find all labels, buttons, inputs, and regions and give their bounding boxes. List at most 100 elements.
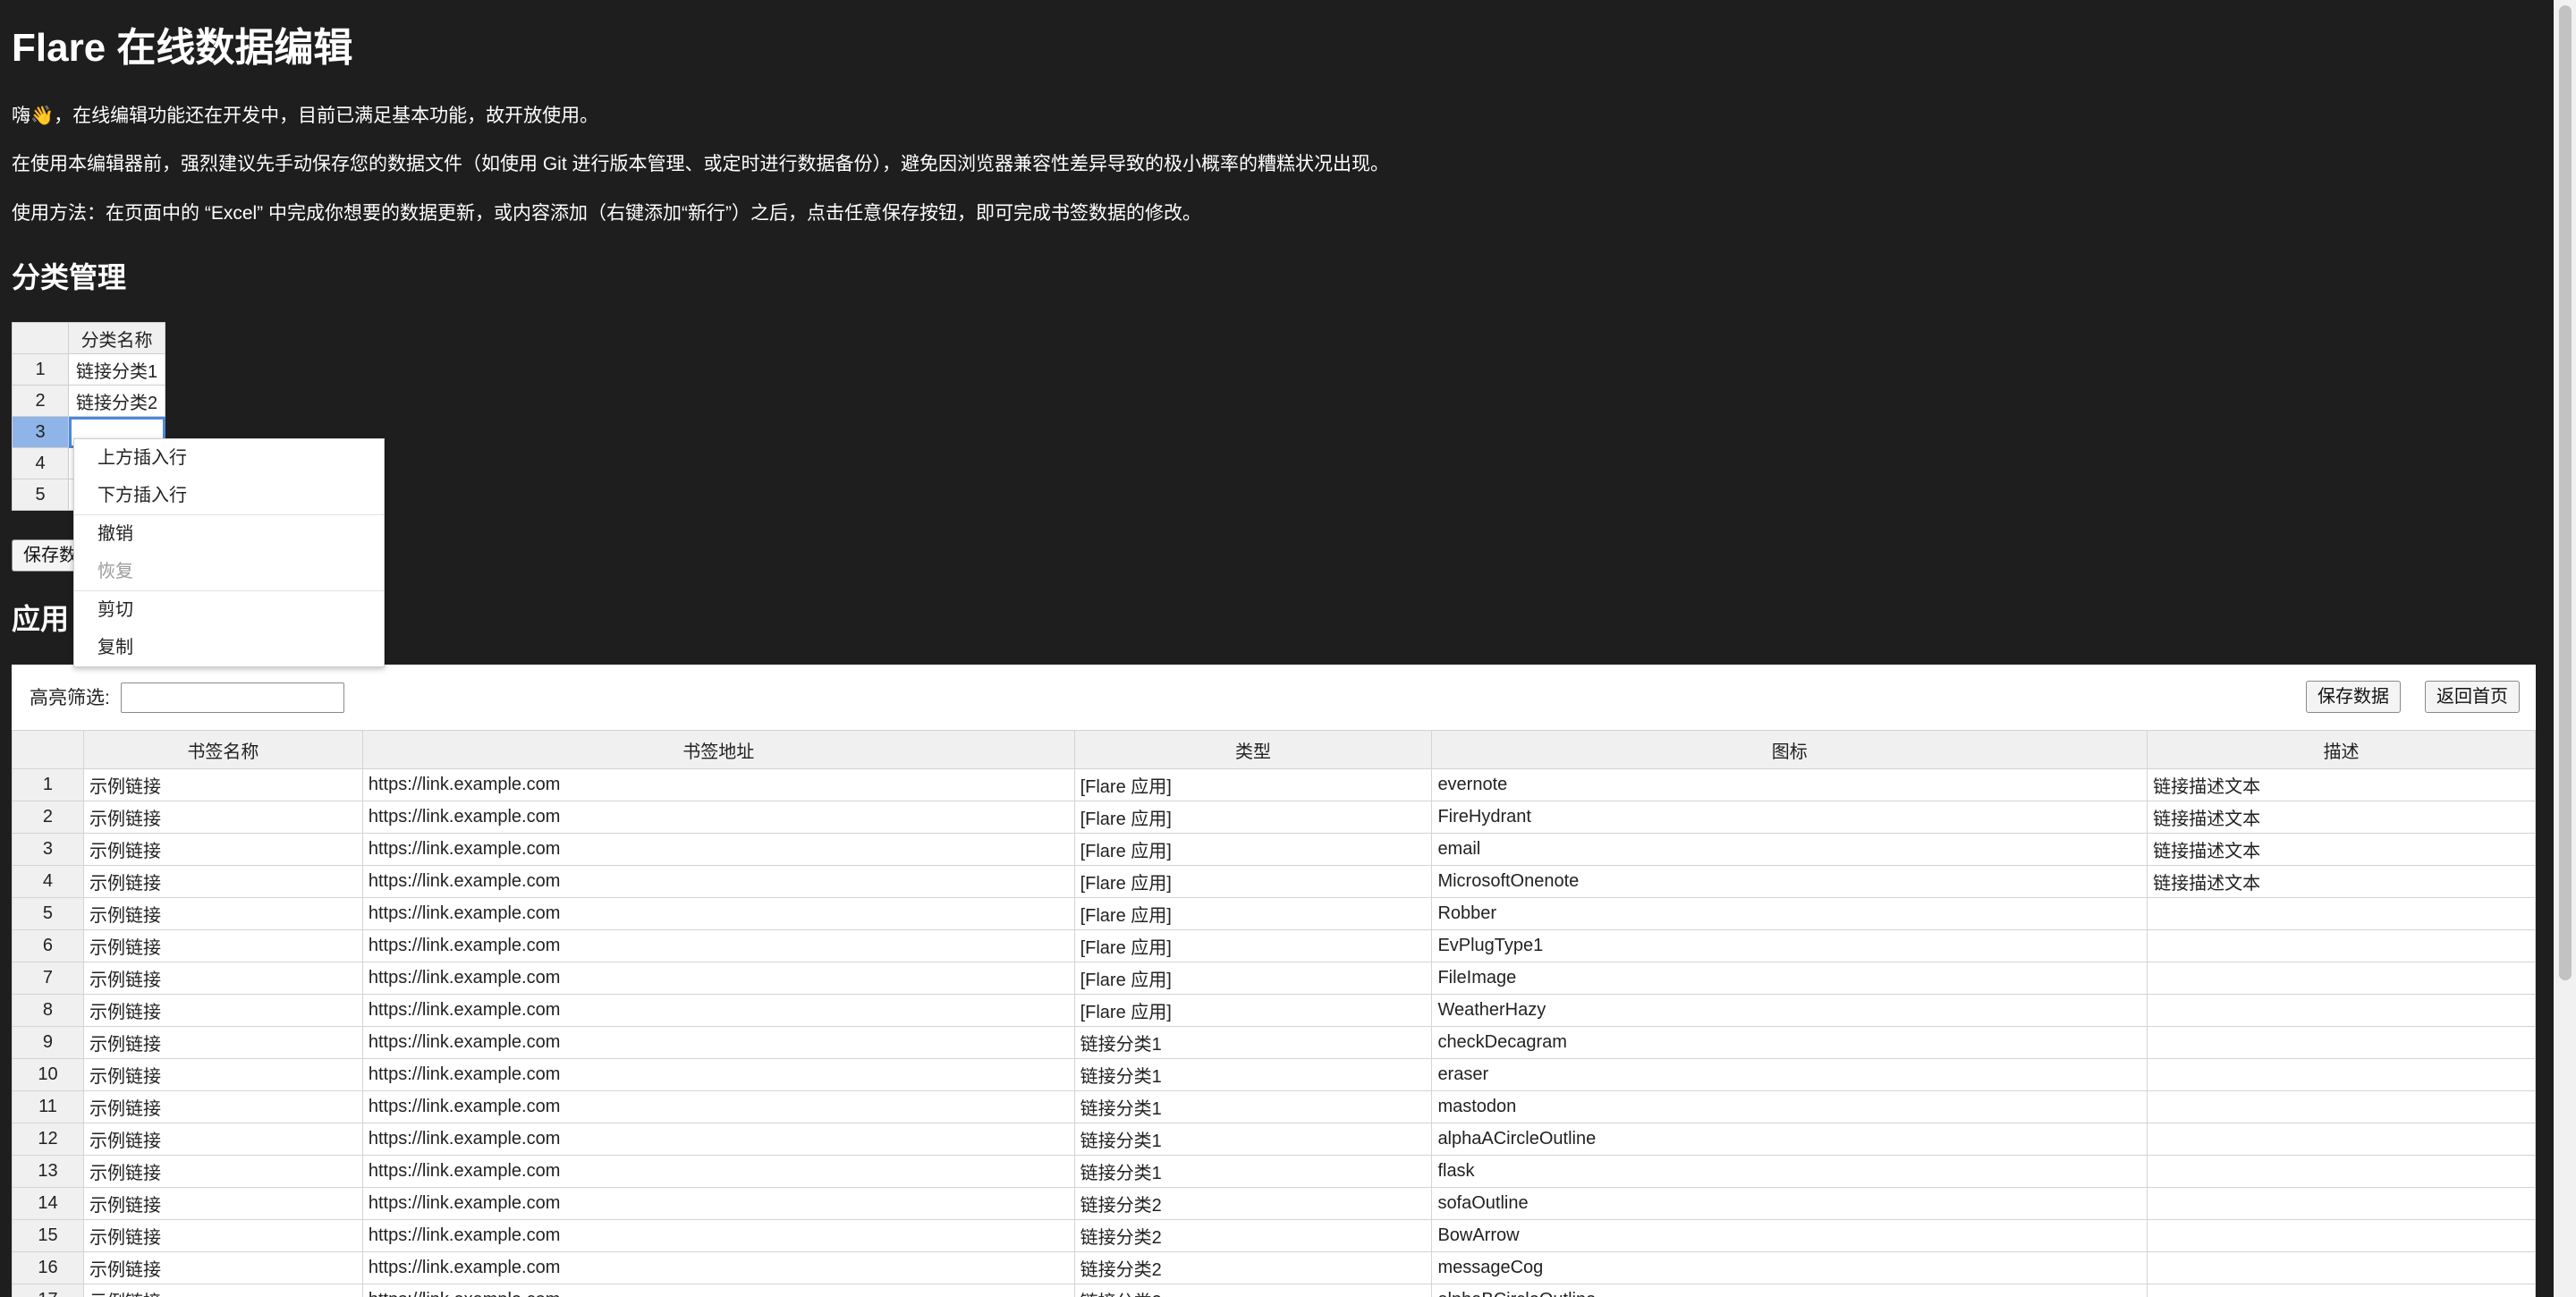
row-header[interactable]: 8 (12, 994, 84, 1027)
icon-name-cell[interactable]: BowArrow (1431, 1219, 2148, 1252)
icon-name-cell[interactable]: alphaBCircleOutline (1431, 1284, 2148, 1297)
row-header[interactable]: 5 (12, 897, 84, 930)
icon-name-cell[interactable]: email (1431, 833, 2148, 866)
bookmark-name-cell[interactable]: 示例链接 (82, 1187, 363, 1220)
type-cell[interactable]: 链接分类2 (1073, 1219, 1433, 1252)
row-header[interactable]: 2 (12, 801, 84, 834)
row-header[interactable]: 9 (12, 1026, 84, 1059)
bookmark-name-cell[interactable]: 示例链接 (82, 1026, 363, 1059)
back-home-button[interactable]: 返回首页 (2425, 681, 2520, 713)
bookmark-name-cell[interactable]: 示例链接 (82, 962, 363, 995)
bookmark-name-cell[interactable]: 示例链接 (82, 801, 363, 834)
bookmark-name-cell[interactable]: 示例链接 (82, 897, 363, 930)
bookmark-name-cell[interactable]: 示例链接 (82, 1123, 363, 1156)
bookmark-url-cell[interactable]: https://link.example.com (361, 962, 1075, 995)
description-cell[interactable] (2147, 1219, 2536, 1252)
type-cell[interactable]: 链接分类2 (1073, 1187, 1433, 1220)
description-cell[interactable]: 链接描述文本 (2147, 865, 2536, 898)
type-cell[interactable]: [Flare 应用] (1073, 768, 1433, 801)
type-cell[interactable]: 链接分类1 (1073, 1090, 1433, 1123)
menu-item-insert-row-above[interactable]: 上方插入行 (74, 439, 384, 477)
bookmark-url-cell[interactable]: https://link.example.com (361, 1251, 1075, 1284)
bookmark-name-cell[interactable]: 示例链接 (82, 1284, 363, 1297)
row-header[interactable]: 4 (12, 865, 84, 898)
type-cell[interactable]: [Flare 应用] (1073, 994, 1433, 1027)
row-header[interactable]: 14 (12, 1187, 84, 1220)
bookmark-name-cell[interactable]: 示例链接 (82, 1155, 363, 1188)
type-cell[interactable]: 链接分类1 (1073, 1026, 1433, 1059)
icon-name-cell[interactable]: evernote (1431, 768, 2148, 801)
type-cell[interactable]: 链接分类2 (1073, 1284, 1433, 1297)
bookmark-name-cell[interactable]: 示例链接 (82, 994, 363, 1027)
column-header-icon[interactable]: 图标 (1431, 730, 2148, 769)
bookmark-name-cell[interactable]: 示例链接 (82, 865, 363, 898)
bookmark-url-cell[interactable]: https://link.example.com (361, 897, 1075, 930)
icon-name-cell[interactable]: EvPlugType1 (1431, 929, 2148, 962)
menu-item-insert-row-below[interactable]: 下方插入行 (74, 477, 384, 514)
row-header[interactable]: 12 (12, 1123, 84, 1156)
icon-name-cell[interactable]: alphaACircleOutline (1431, 1123, 2148, 1156)
row-header[interactable]: 3 (12, 416, 69, 448)
description-cell[interactable] (2147, 1026, 2536, 1059)
row-header[interactable]: 10 (12, 1058, 84, 1091)
scrollbar-thumb[interactable] (2559, 5, 2572, 980)
description-cell[interactable] (2147, 1058, 2536, 1091)
menu-item-copy[interactable]: 复制 (74, 629, 384, 666)
icon-name-cell[interactable]: mastodon (1431, 1090, 2148, 1123)
description-cell[interactable] (2147, 962, 2536, 995)
description-cell[interactable] (2147, 1284, 2536, 1297)
bookmark-name-cell[interactable]: 示例链接 (82, 1251, 363, 1284)
row-header[interactable]: 2 (12, 385, 69, 417)
bookmark-name-cell[interactable]: 示例链接 (82, 929, 363, 962)
bookmark-url-cell[interactable]: https://link.example.com (361, 1284, 1075, 1297)
description-cell[interactable]: 链接描述文本 (2147, 768, 2536, 801)
type-cell[interactable]: [Flare 应用] (1073, 929, 1433, 962)
category-name-cell[interactable]: 链接分类1 (67, 353, 166, 386)
bookmark-url-cell[interactable]: https://link.example.com (361, 833, 1075, 866)
save-data-button[interactable]: 保存数据 (2306, 681, 2401, 713)
bookmark-url-cell[interactable]: https://link.example.com (361, 1187, 1075, 1220)
column-header-description[interactable]: 描述 (2147, 730, 2536, 769)
type-cell[interactable]: 链接分类1 (1073, 1155, 1433, 1188)
description-cell[interactable]: 链接描述文本 (2147, 833, 2536, 866)
icon-name-cell[interactable]: WeatherHazy (1431, 994, 2148, 1027)
row-header[interactable]: 11 (12, 1090, 84, 1123)
type-cell[interactable]: 链接分类1 (1073, 1123, 1433, 1156)
row-header[interactable]: 4 (12, 447, 69, 479)
bookmark-url-cell[interactable]: https://link.example.com (361, 929, 1075, 962)
icon-name-cell[interactable]: FileImage (1431, 962, 2148, 995)
corner-cell[interactable] (12, 322, 69, 354)
type-cell[interactable]: [Flare 应用] (1073, 897, 1433, 930)
description-cell[interactable] (2147, 994, 2536, 1027)
bookmark-name-cell[interactable]: 示例链接 (82, 768, 363, 801)
icon-name-cell[interactable]: flask (1431, 1155, 2148, 1188)
bookmark-url-cell[interactable]: https://link.example.com (361, 1090, 1075, 1123)
type-cell[interactable]: [Flare 应用] (1073, 865, 1433, 898)
row-header[interactable]: 1 (12, 353, 69, 386)
description-cell[interactable] (2147, 1090, 2536, 1123)
type-cell[interactable]: [Flare 应用] (1073, 801, 1433, 834)
description-cell[interactable] (2147, 1155, 2536, 1188)
row-header[interactable]: 5 (12, 479, 69, 511)
column-header-type[interactable]: 类型 (1073, 730, 1433, 769)
description-cell[interactable] (2147, 1123, 2536, 1156)
type-cell[interactable]: 链接分类2 (1073, 1251, 1433, 1284)
row-header[interactable]: 17 (12, 1284, 84, 1297)
icon-name-cell[interactable]: messageCog (1431, 1251, 2148, 1284)
bookmark-name-cell[interactable]: 示例链接 (82, 833, 363, 866)
icon-name-cell[interactable]: Robber (1431, 897, 2148, 930)
bookmark-name-cell[interactable]: 示例链接 (82, 1058, 363, 1091)
bookmark-name-cell[interactable]: 示例链接 (82, 1090, 363, 1123)
bookmark-url-cell[interactable]: https://link.example.com (361, 801, 1075, 834)
bookmark-name-cell[interactable]: 示例链接 (82, 1219, 363, 1252)
type-cell[interactable]: [Flare 应用] (1073, 833, 1433, 866)
description-cell[interactable] (2147, 1251, 2536, 1284)
column-header-category-name[interactable]: 分类名称 (67, 322, 166, 354)
icon-name-cell[interactable]: sofaOutline (1431, 1187, 2148, 1220)
column-header-bookmark-name[interactable]: 书签名称 (82, 730, 363, 769)
description-cell[interactable] (2147, 897, 2536, 930)
menu-item-cut[interactable]: 剪切 (74, 591, 384, 629)
row-header[interactable]: 1 (12, 768, 84, 801)
row-header[interactable]: 15 (12, 1219, 84, 1252)
description-cell[interactable] (2147, 929, 2536, 962)
